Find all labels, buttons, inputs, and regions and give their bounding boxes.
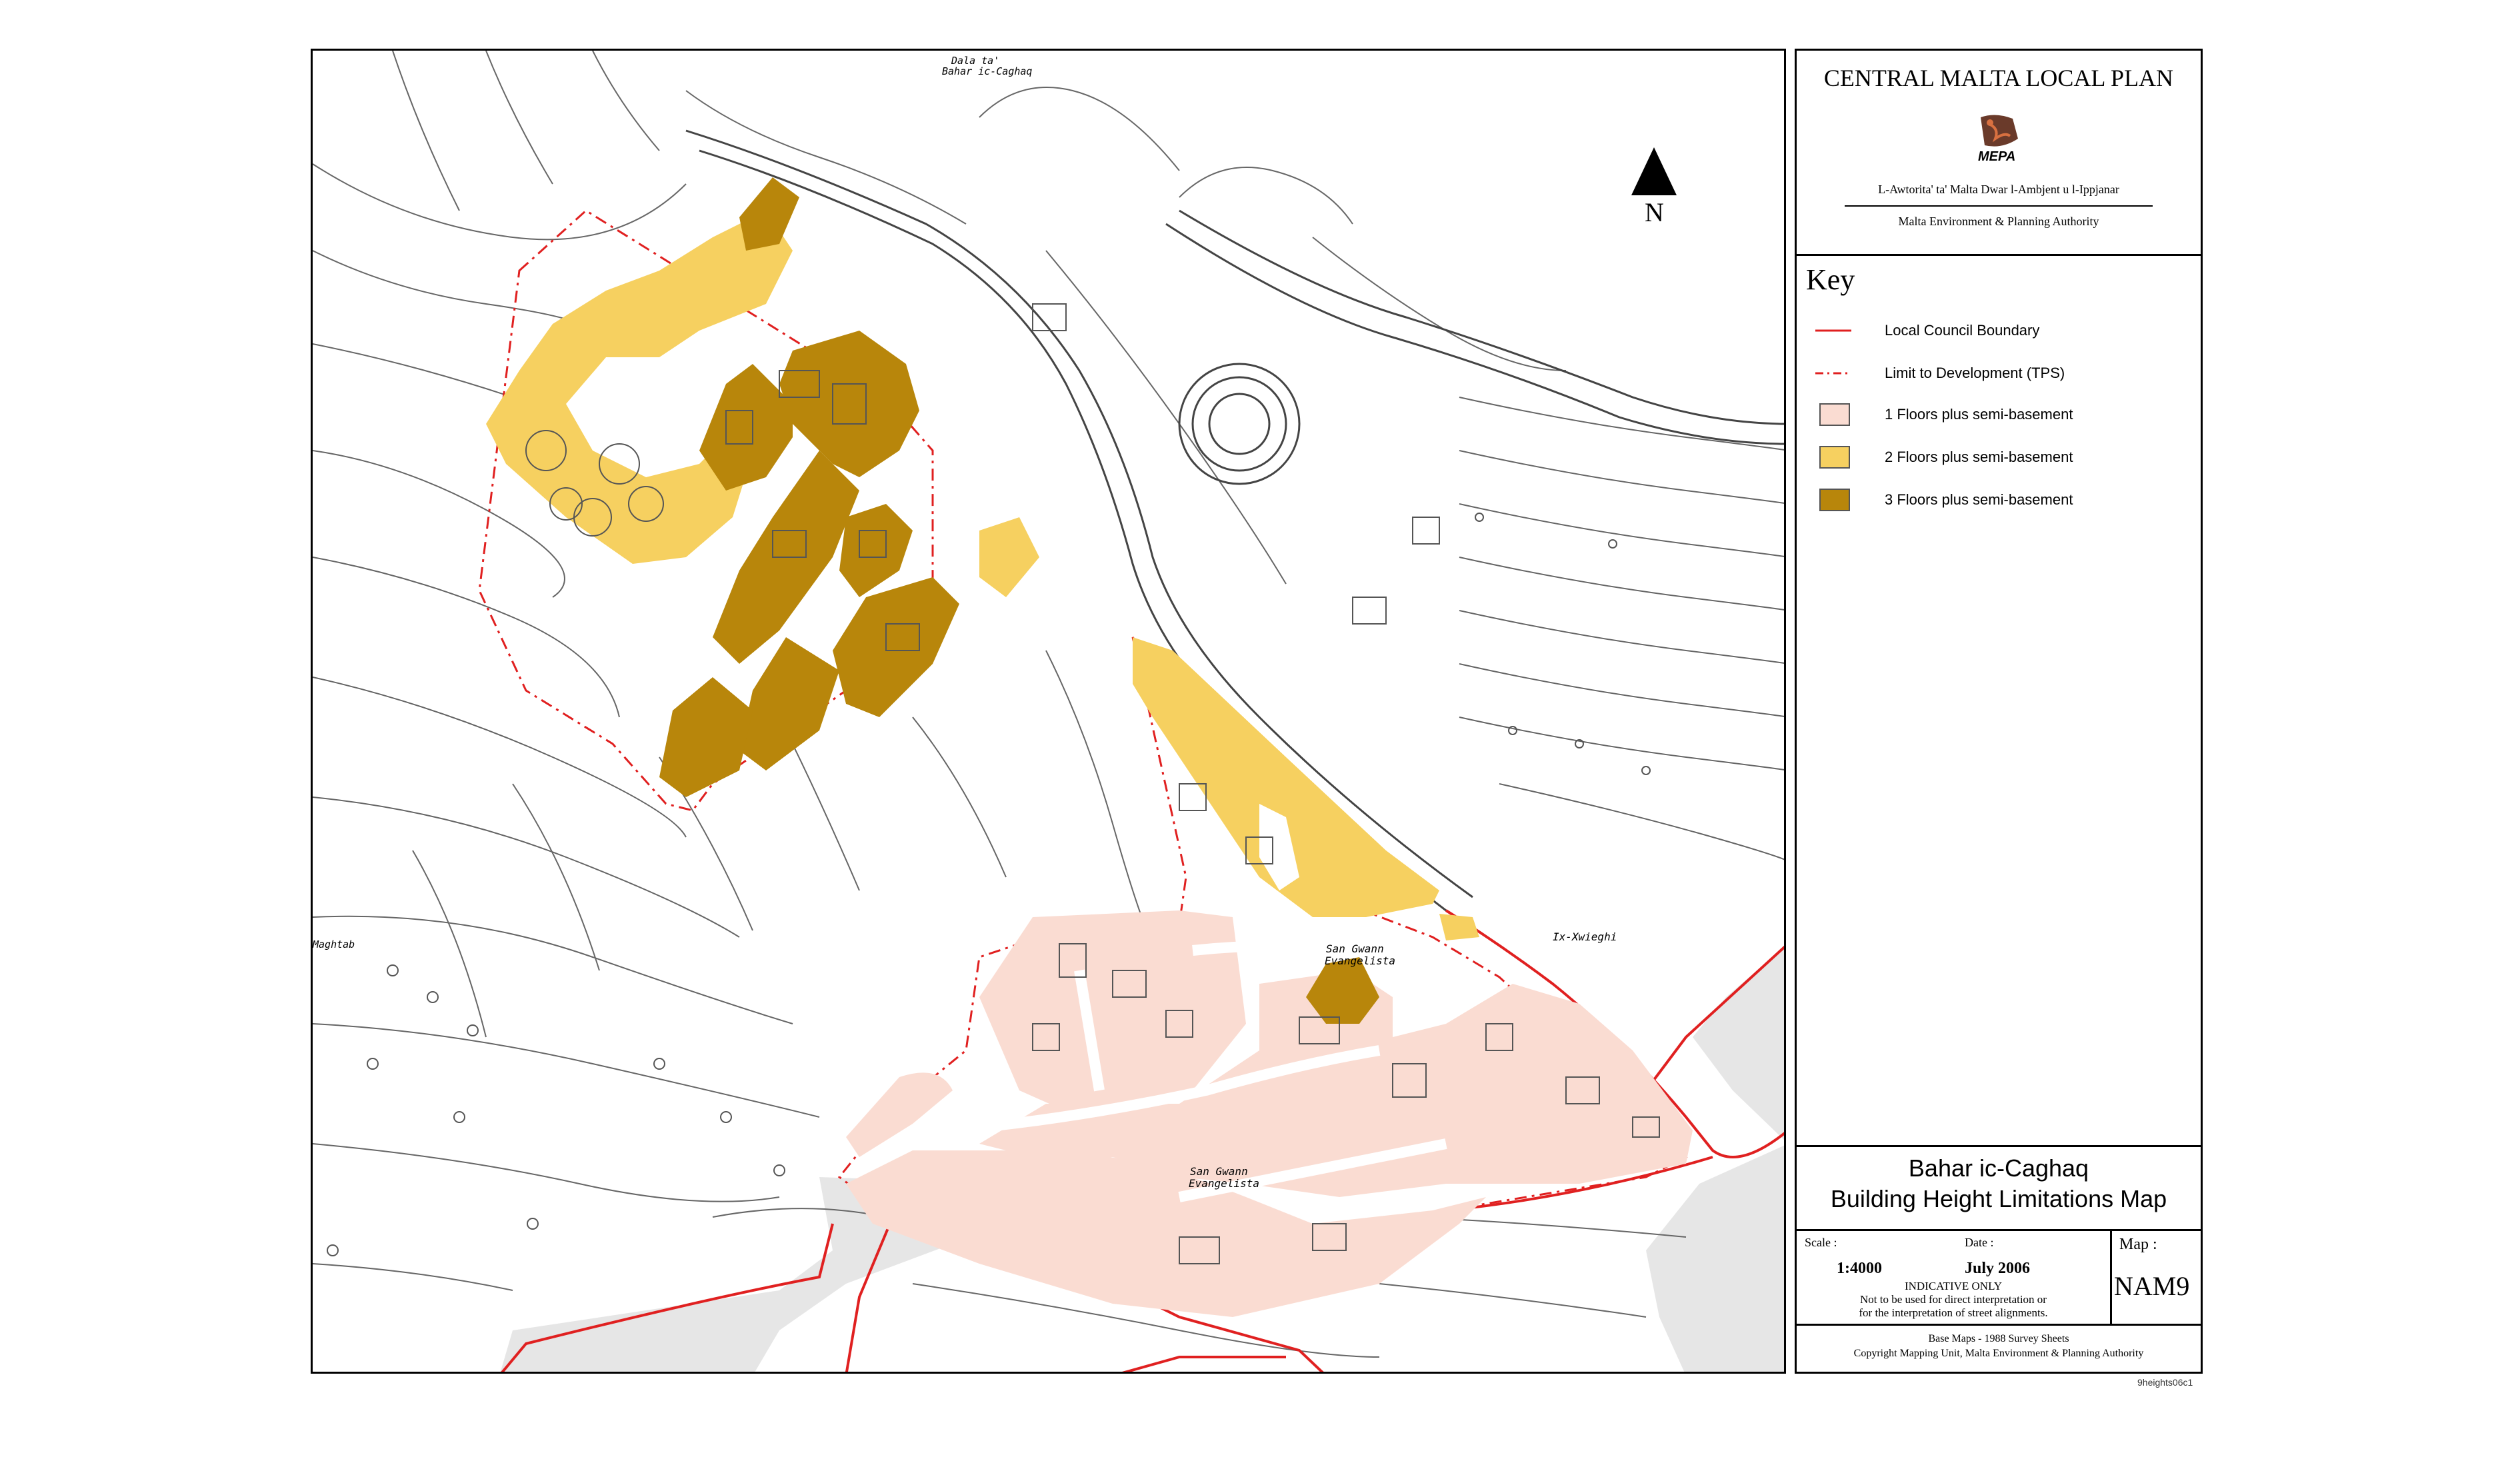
zone-2-floor bbox=[486, 211, 1479, 940]
key-label: Limit to Development (TPS) bbox=[1885, 365, 2065, 381]
key-title: Key bbox=[1806, 263, 1855, 296]
place-label-maghtab: Maghtab bbox=[313, 938, 355, 950]
header-divider bbox=[1845, 205, 2153, 207]
section-divider bbox=[1797, 1324, 2201, 1326]
key-item-local-council-boundary: Local Council Boundary bbox=[1810, 317, 2039, 344]
map-number-value: NAM9 bbox=[2114, 1271, 2190, 1301]
north-arrow-icon bbox=[1631, 147, 1677, 195]
interpretation-note-1: Not to be used for direct interpretation… bbox=[1860, 1293, 2047, 1306]
map-title-line2: Building Height Limitations Map bbox=[1830, 1185, 2167, 1212]
indicative-note: INDICATIVE ONLY bbox=[1904, 1280, 2003, 1292]
date-value: July 2006 bbox=[1965, 1260, 2031, 1277]
mepa-logo: MEPA bbox=[1975, 112, 2023, 165]
boundary-line-icon bbox=[1815, 329, 1851, 332]
plan-title: CENTRAL MALTA LOCAL PLAN bbox=[1823, 65, 2174, 91]
north-label: N bbox=[1645, 197, 1664, 227]
map-drawing bbox=[313, 51, 1784, 1372]
section-divider bbox=[1797, 254, 2201, 256]
base-maps-note: Base Maps - 1988 Survey Sheets bbox=[1928, 1333, 2069, 1344]
map-title-line1: Bahar ic-Caghaq bbox=[1908, 1154, 2089, 1182]
north-arrow: N bbox=[1630, 146, 1678, 227]
details-divider bbox=[2110, 1229, 2112, 1324]
place-label-evangelista: Evangelista bbox=[1189, 1177, 1259, 1190]
swatch-3-floor bbox=[1819, 489, 1850, 511]
key-item-2-floor: 2 Floors plus semi-basement bbox=[1810, 444, 2073, 471]
legend-panel: CENTRAL MALTA LOCAL PLAN MEPA L-Awtorita… bbox=[1795, 49, 2203, 1374]
section-divider bbox=[1797, 1145, 2201, 1147]
authority-maltese: L-Awtorita' ta' Malta Dwar l-Ambjent u l… bbox=[1878, 183, 2119, 196]
zone-3-floor bbox=[659, 177, 1379, 1024]
key-label: 2 Floors plus semi-basement bbox=[1885, 449, 2073, 465]
copyright-note: Copyright Mapping Unit, Malta Environmen… bbox=[1853, 1348, 2144, 1359]
place-label-san-gwann: San Gwann bbox=[1190, 1165, 1248, 1178]
place-label-evangelista: Evangelista bbox=[1325, 954, 1395, 967]
dashdot-line-icon bbox=[1815, 372, 1851, 375]
key-label: 1 Floors plus semi-basement bbox=[1885, 406, 2073, 423]
place-label-xwieghi: Ix-Xwieghi bbox=[1553, 930, 1617, 943]
scale-value: 1:4000 bbox=[1837, 1260, 1882, 1277]
place-label-bahar: Bahar ic-Caghaq bbox=[942, 65, 1033, 77]
date-label: Date : bbox=[1965, 1236, 1994, 1249]
key-item-1-floor: 1 Floors plus semi-basement bbox=[1810, 401, 2073, 428]
interpretation-note-2: for the interpretation of street alignme… bbox=[1859, 1306, 2048, 1319]
section-divider bbox=[1797, 1229, 2201, 1231]
zone-1-floor bbox=[846, 910, 1693, 1317]
logo-text: MEPA bbox=[1978, 149, 2016, 164]
key-item-3-floor: 3 Floors plus semi-basement bbox=[1810, 487, 2073, 513]
scale-label: Scale : bbox=[1805, 1236, 1837, 1249]
key-item-limit-to-development: Limit to Development (TPS) bbox=[1810, 360, 2065, 387]
roundabout bbox=[1178, 363, 1301, 485]
place-label-san-gwann: San Gwann bbox=[1326, 942, 1384, 955]
map-canvas[interactable]: Dala ta' Bahar ic-Caghaq Maghtab Ix-Xwie… bbox=[311, 49, 1786, 1374]
swatch-1-floor bbox=[1819, 403, 1850, 426]
key-label: 3 Floors plus semi-basement bbox=[1885, 491, 2073, 508]
swatch-2-floor bbox=[1819, 446, 1850, 469]
authority-english: Malta Environment & Planning Authority bbox=[1898, 215, 2099, 228]
mepa-logo-icon bbox=[1981, 115, 2018, 147]
key-label: Local Council Boundary bbox=[1885, 322, 2040, 339]
map-number-label: Map : bbox=[2119, 1236, 2157, 1253]
file-reference: 9heights06c1 bbox=[2137, 1377, 2193, 1388]
